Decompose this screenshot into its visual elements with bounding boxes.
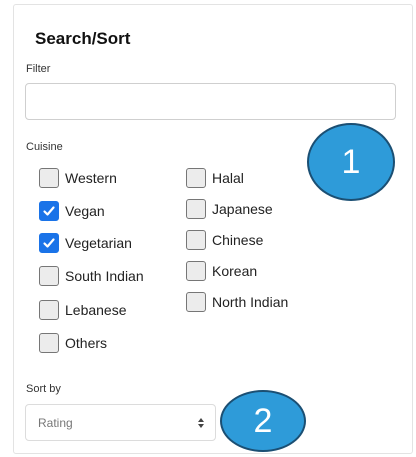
filter-input[interactable] [25,83,396,120]
checkbox[interactable] [39,233,59,253]
sort-select[interactable]: Rating [25,404,216,441]
cuisine-option-label: Chinese [212,232,264,248]
cuisine-option-label: Vegetarian [65,235,132,251]
cuisine-label: Cuisine [26,141,63,153]
cuisine-option-north-indian[interactable]: North Indian [186,291,288,313]
checkbox[interactable] [39,266,59,286]
cuisine-option-vegetarian[interactable]: Vegetarian [39,232,132,254]
sort-label: Sort by [26,383,61,395]
checkbox[interactable] [39,201,59,221]
cuisine-option-label: Western [65,170,117,186]
cuisine-option-vegan[interactable]: Vegan [39,200,105,222]
cuisine-option-japanese[interactable]: Japanese [186,198,273,220]
checkbox[interactable] [186,199,206,219]
cuisine-option-label: Others [65,335,108,351]
cuisine-option-halal[interactable]: Halal [186,167,244,189]
cuisine-option-label: Halal [212,170,244,186]
checkmark-icon [43,238,55,248]
cuisine-option-label: Japanese [212,201,273,217]
checkbox[interactable] [186,230,206,250]
cuisine-option-label: South Indian [65,268,144,284]
cuisine-option-chinese[interactable]: Chinese [186,229,263,251]
checkbox[interactable] [39,300,59,320]
annotation-badge-1: 1 [307,123,395,201]
cuisine-option-label: Vegan [65,203,105,219]
select-arrows-icon [198,417,204,428]
checkbox[interactable] [186,292,206,312]
checkbox[interactable] [39,168,59,188]
checkbox[interactable] [186,168,206,188]
checkbox[interactable] [39,333,59,353]
cuisine-option-korean[interactable]: Korean [186,260,257,282]
filter-label: Filter [26,63,51,75]
checkbox[interactable] [186,261,206,281]
cuisine-option-label: Korean [212,263,258,279]
cuisine-option-lebanese[interactable]: Lebanese [39,299,127,321]
checkmark-icon [43,206,55,216]
cuisine-option-label: North Indian [212,294,289,310]
annotation-badge-2: 2 [220,390,306,452]
cuisine-option-others[interactable]: Others [39,332,107,354]
panel-title: Search/Sort [35,29,131,48]
cuisine-option-south-indian[interactable]: South Indian [39,265,144,287]
cuisine-option-label: Lebanese [65,302,127,318]
cuisine-option-western[interactable]: Western [39,167,117,189]
sort-selected-value: Rating [38,415,73,430]
